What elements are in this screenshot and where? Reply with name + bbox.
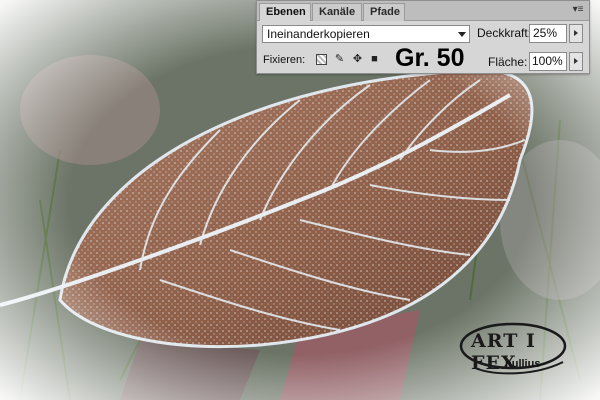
chevron-right-icon [574,58,578,64]
lock-transparent-icon[interactable] [315,53,328,66]
fill-label: Fläche: [488,55,528,69]
fill-input[interactable]: 100% [529,52,567,71]
tab-kanaele[interactable]: Kanäle [312,3,362,21]
tab-ebenen[interactable]: Ebenen [259,3,311,21]
opacity-input[interactable]: 25% [529,24,567,43]
blend-mode-select[interactable]: Ineinanderkopieren [262,25,470,43]
size-overlay-text: Gr. 50 [395,44,465,72]
opacity-slider-button[interactable] [569,24,583,43]
chevron-right-icon [574,30,578,36]
fill-slider-button[interactable] [569,52,583,71]
logo-subtext: nullius [505,358,541,370]
artifex-logo: ART I FEX nullius [455,318,575,382]
lock-position-icon[interactable]: ✥ [351,53,364,66]
lock-all-icon[interactable]: ■ [368,53,381,66]
panel-menu-icon[interactable]: ▾≡ [571,4,585,16]
chevron-down-icon [458,32,466,37]
blend-mode-value: Ineinanderkopieren [267,27,370,41]
panel-tab-bar: Ebenen Kanäle Pfade ▾≡ [257,1,589,21]
lock-image-icon[interactable]: ✎ [333,53,346,66]
opacity-label: Deckkraft: [477,26,532,40]
tab-pfade[interactable]: Pfade [363,3,405,21]
lock-label: Fixieren: [263,54,306,66]
layers-panel: Ebenen Kanäle Pfade ▾≡ Ineinanderkopiere… [256,0,590,74]
